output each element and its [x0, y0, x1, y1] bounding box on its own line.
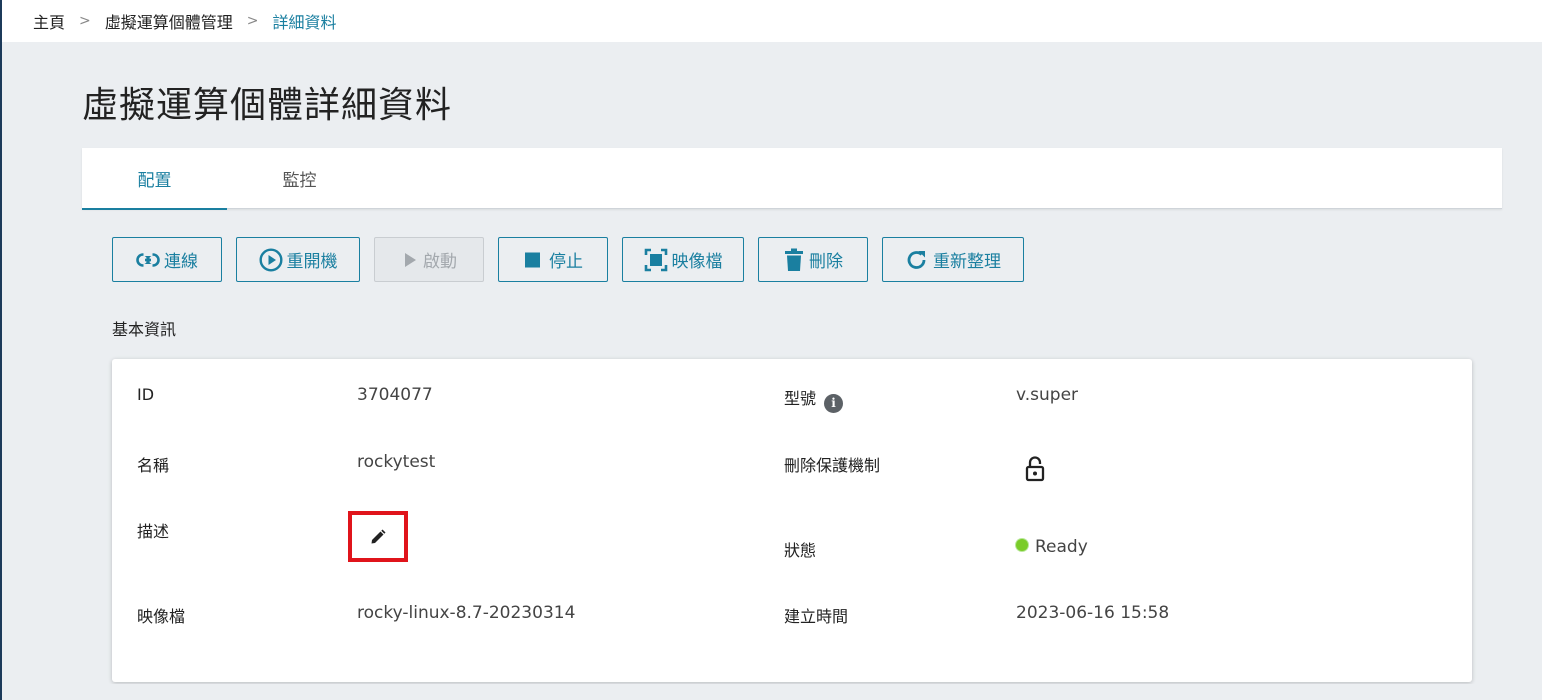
id-label: ID: [137, 385, 155, 404]
create-image-button-label: 映像檔: [671, 252, 723, 272]
refresh-icon: [907, 250, 926, 269]
created-at-label: 建立時間: [784, 607, 849, 626]
name-label: 名稱: [137, 456, 170, 475]
tab-monitoring[interactable]: 監控: [227, 148, 372, 209]
play-icon: [405, 252, 416, 267]
start-button-label: 啟動: [423, 252, 457, 272]
refresh-button-label: 重新整理: [933, 252, 1001, 272]
info-icon[interactable]: i: [824, 393, 844, 413]
status-value-group: Ready: [1016, 537, 1088, 557]
image-capture-icon: [644, 248, 667, 271]
image-label: 映像檔: [137, 607, 186, 626]
status-value: Ready: [1035, 537, 1088, 557]
breadcrumb-separator: >: [246, 13, 259, 29]
breadcrumb: 主頁 > 虛擬運算個體管理 > 詳細資料: [2, 0, 1542, 42]
unlocked-padlock-icon: [1025, 456, 1045, 482]
status-label: 狀態: [784, 541, 817, 560]
flavor-label-group: 型號 i: [784, 385, 844, 413]
delete-button-label: 刪除: [809, 252, 843, 272]
created-at-value: 2023-06-16 15:58: [1016, 603, 1170, 623]
play-circle-icon: [258, 247, 283, 272]
stop-button[interactable]: 停止: [498, 237, 608, 282]
edit-description-button[interactable]: [348, 511, 408, 562]
action-toolbar: 連線 重開機 啟動 停止 映像檔 刪除 重新整理: [112, 237, 1024, 282]
reboot-button[interactable]: 重開機: [236, 237, 360, 282]
start-button[interactable]: 啟動: [374, 237, 484, 282]
trash-icon: [785, 248, 803, 271]
refresh-button[interactable]: 重新整理: [882, 237, 1024, 282]
basic-info-heading: 基本資訊: [112, 320, 177, 339]
detail-panel: 配置 監控 連線 重開機 啟動 停止 映像檔 刪除 重新整理 基本資訊 ID 3…: [82, 148, 1502, 700]
tab-bar: 配置 監控: [82, 148, 1502, 210]
delete-protection-label: 刪除保護機制: [784, 456, 881, 475]
basic-info-card: ID 3704077 名稱 rockytest 描述 映像檔 rocky-lin…: [112, 359, 1472, 682]
pencil-icon: [371, 529, 386, 543]
connect-button[interactable]: 連線: [112, 237, 222, 282]
create-image-button[interactable]: 映像檔: [622, 237, 744, 282]
breadcrumb-current: 詳細資料: [272, 13, 337, 32]
connect-button-label: 連線: [164, 252, 198, 272]
page-title: 虛擬運算個體詳細資料: [82, 85, 453, 126]
left-edge-bar: [0, 0, 2, 700]
delete-protection-toggle[interactable]: [1025, 456, 1045, 486]
status-indicator-dot: [1016, 539, 1028, 551]
panel-bottom: [82, 684, 1502, 700]
id-value: 3704077: [357, 385, 433, 405]
stop-button-label: 停止: [549, 252, 583, 272]
breadcrumb-home[interactable]: 主頁: [33, 9, 65, 33]
flavor-label: 型號: [784, 389, 817, 408]
breadcrumb-separator: >: [79, 13, 91, 29]
flavor-value: v.super: [1016, 385, 1079, 405]
name-value: rockytest: [357, 452, 436, 472]
delete-button[interactable]: 刪除: [758, 237, 868, 282]
stop-icon: [525, 252, 540, 267]
description-label: 描述: [137, 522, 170, 541]
tab-configuration[interactable]: 配置: [82, 148, 227, 210]
reboot-button-label: 重開機: [286, 252, 338, 272]
link-icon: [136, 252, 160, 267]
image-value: rocky-linux-8.7-20230314: [357, 603, 576, 623]
breadcrumb-instance-management[interactable]: 虛擬運算個體管理: [105, 9, 233, 33]
